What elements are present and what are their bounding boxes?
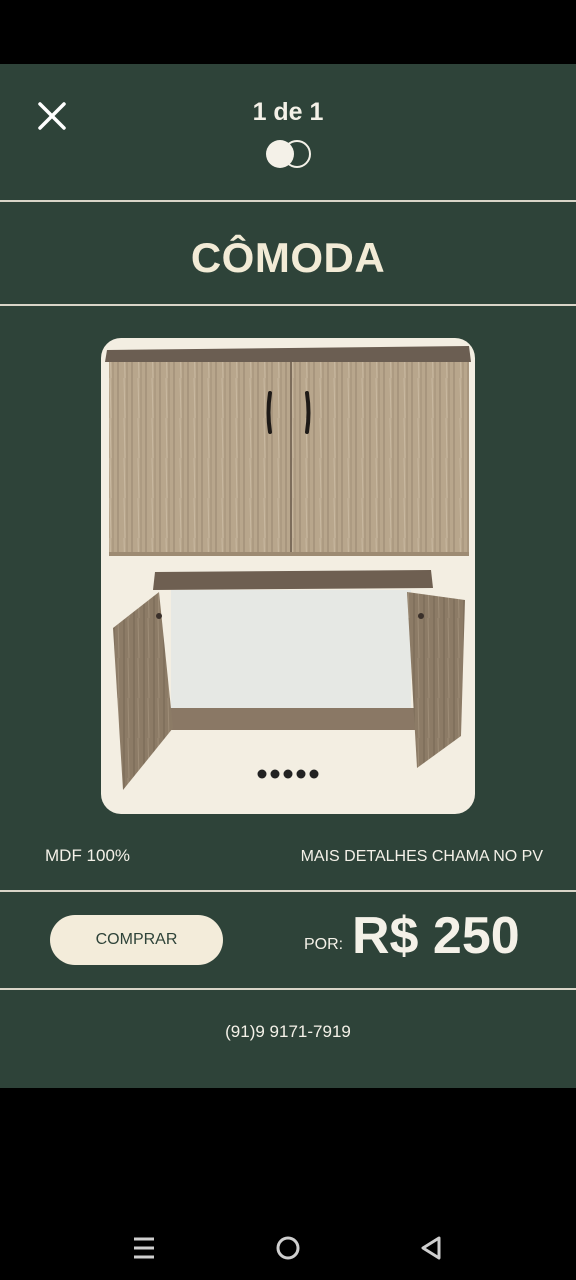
page-indicator-icon [266, 140, 311, 168]
details-label: MAIS DETALHES CHAMA NO PV [300, 848, 543, 865]
back-button[interactable] [408, 1224, 456, 1272]
material-label: MDF 100% [45, 846, 131, 865]
divider [0, 890, 576, 892]
menu-icon [134, 1237, 154, 1259]
cabinet-illustration [105, 346, 471, 790]
carousel-dots-icon [257, 769, 319, 779]
divider [0, 988, 576, 990]
price-prefix: POR: [304, 936, 344, 953]
viewer-header: 1 de 1 [0, 64, 576, 200]
divider [0, 200, 576, 202]
product-post: CÔMODA MDF 100% MAIS DETALHES CHAMA NO P… [0, 200, 576, 1088]
page-counter: 1 de 1 [252, 98, 324, 126]
divider [0, 304, 576, 306]
price: R$ 250 [352, 907, 520, 965]
buy-button[interactable]: COMPRAR [50, 915, 223, 965]
phone-number[interactable]: (91)9 9171-7919 [0, 1022, 576, 1042]
home-icon [276, 1236, 300, 1260]
back-icon [421, 1236, 441, 1260]
recent-apps-button[interactable] [120, 1224, 168, 1272]
system-nav-bar [0, 1210, 576, 1280]
product-title: CÔMODA [190, 234, 386, 281]
product-image[interactable] [101, 338, 475, 814]
home-button[interactable] [264, 1224, 312, 1272]
